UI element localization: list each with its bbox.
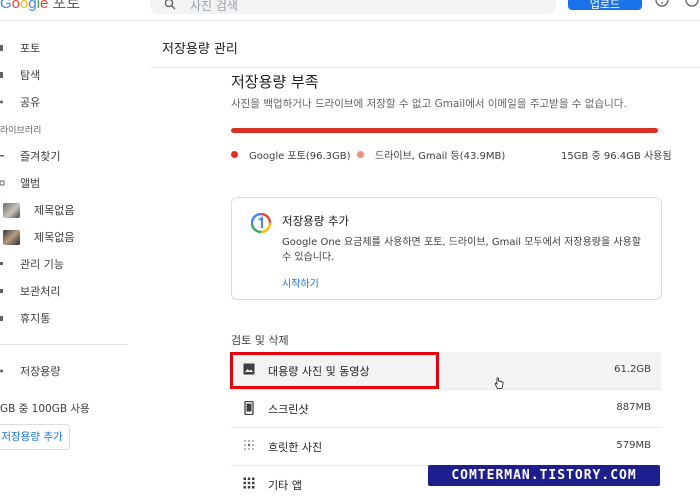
sidebar-storage-usage: GB 중 100GB 사용 [0, 403, 90, 415]
legend-label: Google 포토(96.3GB) [249, 151, 351, 162]
blur-icon [244, 440, 254, 450]
storage-warning-description: 사진을 백업하거나 드라이브에 저장할 수 없고 Gmail에서 이메일을 주고… [231, 98, 627, 110]
upload-button[interactable]: 업로드 [568, 0, 642, 11]
sidebar: 포토 탐색 공유 라이브러리 즐겨찾기 앨범 제목없음 제목없음 관리 기능 보… [0, 21, 135, 501]
sidebar-item-album-untitled-2[interactable]: 제목없음 [0, 226, 74, 248]
search-nav-icon [0, 72, 3, 78]
sidebar-item-favorites[interactable]: 즐겨찾기 [0, 145, 60, 167]
phone-icon [244, 401, 254, 415]
sidebar-item-label: 제목없음 [34, 231, 75, 244]
sidebar-item-label: 앨범 [20, 177, 41, 190]
sidebar-item-utilities[interactable]: 관리 기능 [0, 253, 64, 275]
sidebar-item-label: 관리 기능 [20, 258, 64, 271]
sidebar-item-albums[interactable]: 앨범 [0, 172, 40, 194]
utilities-icon [0, 262, 3, 265]
sidebar-item-label: 제목없음 [34, 204, 75, 217]
google-photos-logo[interactable]: Google 포토 [0, 0, 80, 13]
get-started-link[interactable]: 시작하기 [282, 275, 319, 290]
sidebar-divider [0, 344, 128, 345]
search-input[interactable]: 사진 검색 [190, 0, 238, 14]
review-row-label: 기타 앱 [268, 479, 302, 492]
google-one-icon [251, 213, 271, 233]
sidebar-item-explore[interactable]: 탐색 [0, 64, 40, 86]
review-row-label: 흐릿한 사진 [268, 441, 323, 454]
total-usage-text: 15GB 중 96.4GB 사용됨 [561, 151, 672, 162]
review-row-label: 스크린샷 [268, 403, 309, 416]
promo-title: 저장용량 추가 [282, 214, 350, 228]
review-row-screenshots[interactable]: 스크린샷 887MB [231, 390, 661, 428]
archive-icon [0, 289, 3, 293]
album-thumbnail [3, 202, 20, 218]
sidebar-item-label: 탐색 [20, 69, 41, 82]
review-row-size: 579MB [616, 440, 651, 451]
album-icon [0, 180, 5, 186]
review-row-size: 61.2GB [614, 364, 651, 375]
storage-usage-bar [231, 128, 662, 133]
sidebar-item-photos[interactable]: 포토 [0, 37, 40, 59]
share-nav-icon [0, 100, 3, 104]
storage-usage-fill [231, 128, 658, 133]
help-icon[interactable] [655, 0, 669, 8]
watermark-banner: COMTERMAN.TISTORY.COM [428, 465, 660, 486]
sidebar-item-label: 공유 [20, 96, 41, 109]
trash-icon [0, 316, 3, 321]
storage-warning-heading: 저장용량 부족 [231, 73, 319, 91]
logo-letter: g [28, 0, 37, 12]
page-header: 저장용량 관리 [150, 21, 700, 68]
top-bar: Google 포토 사진 검색 업로드 [0, 0, 700, 21]
settings-icon[interactable] [685, 0, 699, 8]
album-thumbnail [3, 229, 20, 245]
sidebar-section-library: 라이브러리 [0, 126, 42, 136]
sidebar-item-label: 휴지통 [20, 312, 51, 325]
cloud-icon [0, 369, 3, 373]
apps-grid-icon [243, 477, 255, 489]
annotation-highlight-box [230, 352, 439, 389]
sidebar-item-sharing[interactable]: 공유 [0, 91, 40, 113]
sidebar-item-label: 즐겨찾기 [20, 150, 61, 163]
logo-letter: o [11, 0, 21, 12]
photo-nav-icon [0, 45, 3, 51]
add-storage-button[interactable]: 저장용량 추가 [0, 424, 70, 450]
sidebar-item-label: 보관처리 [20, 285, 61, 298]
sidebar-item-archive[interactable]: 보관처리 [0, 280, 60, 302]
review-row-size: 887MB [616, 402, 651, 413]
sidebar-item-album-untitled-1[interactable]: 제목없음 [0, 199, 74, 221]
sidebar-item-label: 포토 [20, 42, 41, 55]
review-section-heading: 검토 및 삭제 [231, 334, 289, 347]
sidebar-item-trash[interactable]: 휴지통 [0, 307, 50, 329]
page-title: 저장용량 관리 [162, 42, 238, 57]
legend-dot [357, 151, 364, 158]
search-icon[interactable] [164, 0, 176, 10]
promo-body: Google One 요금제를 사용하면 포토, 드라이브, Gmail 모두에… [282, 237, 641, 263]
legend-dot [231, 151, 238, 158]
legend-label: 드라이브, Gmail 등(43.9MB) [375, 151, 506, 162]
hand-cursor-icon [494, 377, 504, 389]
logo-suffix: 포토 [48, 0, 81, 12]
search-bar[interactable]: 사진 검색 [150, 0, 556, 14]
google-one-promo-card: 저장용량 추가 Google One 요금제를 사용하면 포토, 드라이브, G… [231, 197, 662, 300]
star-icon [0, 155, 4, 157]
review-row-blurry[interactable]: 흐릿한 사진 579MB [231, 428, 661, 466]
legend-google-photos: Google 포토(96.3GB) [231, 147, 351, 162]
sidebar-item-label: 저장용량 [20, 365, 61, 378]
legend-drive-gmail: 드라이브, Gmail 등(43.9MB) [357, 147, 505, 162]
logo-letter: G [0, 0, 12, 12]
sidebar-item-storage[interactable]: 저장용량 [0, 360, 60, 382]
